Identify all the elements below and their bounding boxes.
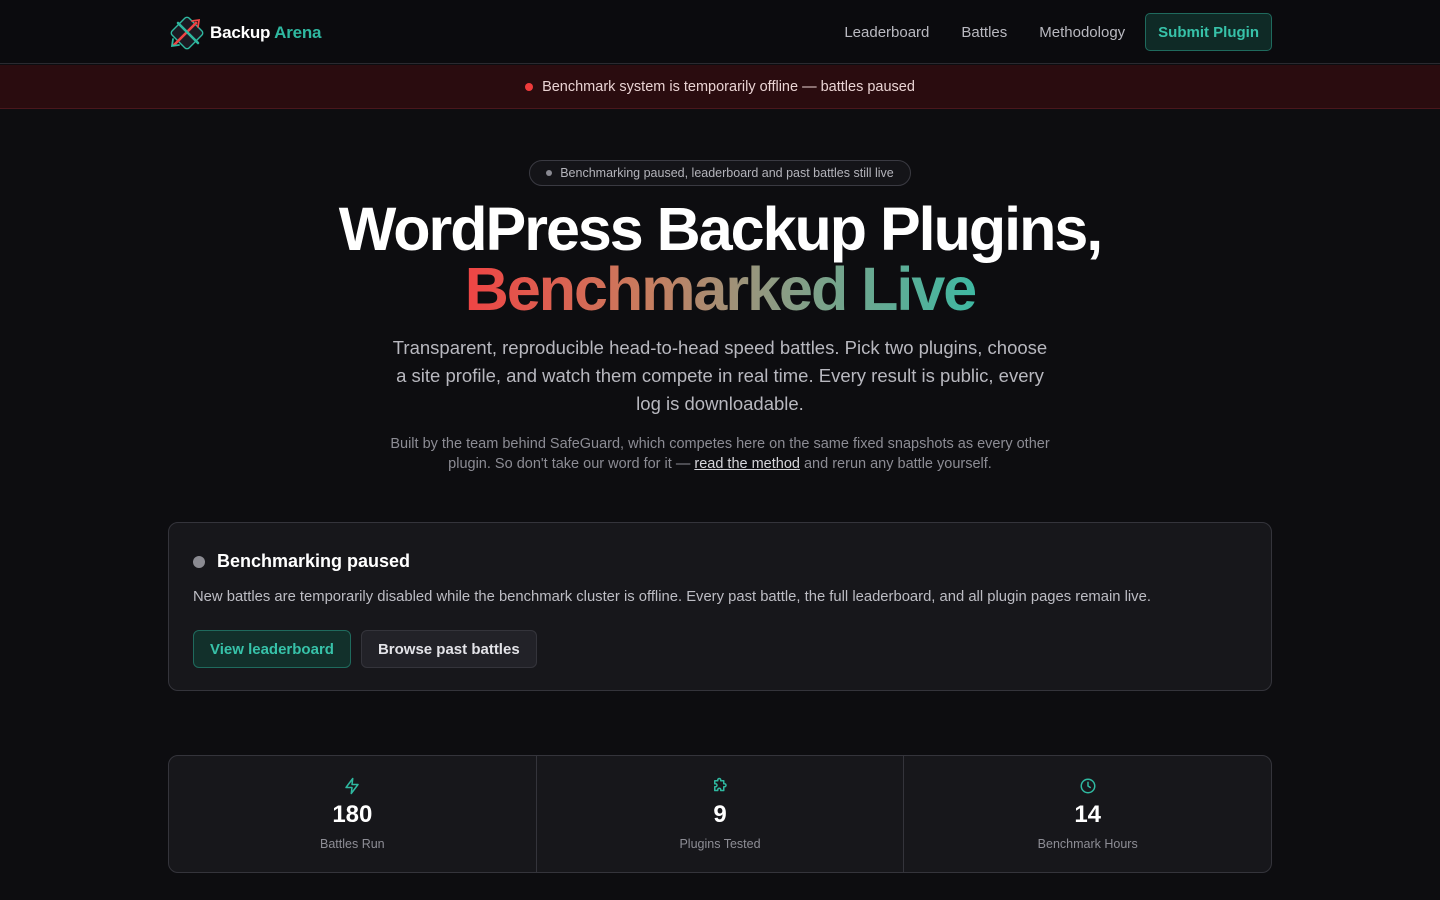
offline-banner-text: Benchmark system is temporarily offline … — [542, 78, 915, 95]
stat-plugins-tested: 9 Plugins Tested — [535, 756, 904, 872]
status-pill-text: Benchmarking paused, leaderboard and pas… — [560, 166, 894, 180]
brand-name-second: Arena — [274, 23, 322, 42]
stat-battles-run: 180 Battles Run — [169, 756, 536, 872]
browse-past-battles-button[interactable]: Browse past battles — [360, 630, 537, 668]
stat-benchmark-hours: 14 Benchmark Hours — [903, 756, 1271, 872]
hero-lead: Transparent, reproducible head-to-head s… — [392, 337, 1048, 414]
nav-leaderboard[interactable]: Leaderboard — [844, 24, 929, 41]
puzzle-icon — [714, 777, 727, 792]
brand-name: Backup Arena — [210, 23, 322, 43]
stat-label: Benchmark Hours — [1037, 837, 1138, 851]
brand-name-first: Backup — [210, 23, 271, 42]
hero-title-line2: Benchmarked Live — [0, 258, 1440, 320]
stat-value: 14 — [1074, 801, 1102, 828]
benchmark-status-card: Benchmarking paused New battles are temp… — [168, 522, 1272, 691]
clock-icon — [1080, 778, 1096, 794]
offline-banner: Benchmark system is temporarily offline … — [0, 65, 1440, 109]
hero-title-gradient: Benchmarked Live — [464, 255, 977, 323]
stats-panel: 180 Battles Run 9 Plugins Tested 14 Benc… — [168, 755, 1272, 873]
paused-status-dot — [193, 555, 205, 568]
card-title: Benchmarking paused — [217, 551, 411, 571]
card-description: New battles are temporarily disabled whi… — [193, 589, 1151, 605]
status-pill: Benchmarking paused, leaderboard and pas… — [529, 160, 911, 186]
brand-logo[interactable]: Backup Arena — [168, 15, 322, 51]
pill-dot — [546, 170, 553, 176]
nav-battles[interactable]: Battles — [961, 24, 1007, 41]
stat-label: Plugins Tested — [679, 837, 761, 851]
stat-value: 9 — [713, 801, 727, 828]
crossed-swords-logo-icon — [170, 16, 204, 50]
offline-status-dot — [525, 82, 534, 91]
main-nav: Leaderboard Battles Methodology Submit P… — [844, 13, 1272, 51]
view-leaderboard-button[interactable]: View leaderboard — [193, 630, 351, 668]
hero-subtext-after: and rerun any battle yourself. — [799, 456, 992, 472]
card-actions: View leaderboard Browse past battles — [193, 630, 537, 668]
hero-title-line1: WordPress Backup Plugins, — [338, 195, 1103, 263]
stat-value: 180 — [332, 801, 373, 828]
lightning-icon — [345, 777, 360, 795]
site-header: Backup Arena Leaderboard Battles Methodo… — [0, 0, 1440, 64]
read-method-link[interactable]: read the method — [694, 456, 800, 472]
submit-plugin-button[interactable]: Submit Plugin — [1145, 13, 1272, 51]
stat-label: Battles Run — [320, 837, 385, 851]
nav-methodology[interactable]: Methodology — [1039, 24, 1125, 41]
card-title-row: Benchmarking paused — [193, 551, 410, 572]
hero-subtext: Built by the team behind SafeGuard, whic… — [390, 434, 1050, 474]
